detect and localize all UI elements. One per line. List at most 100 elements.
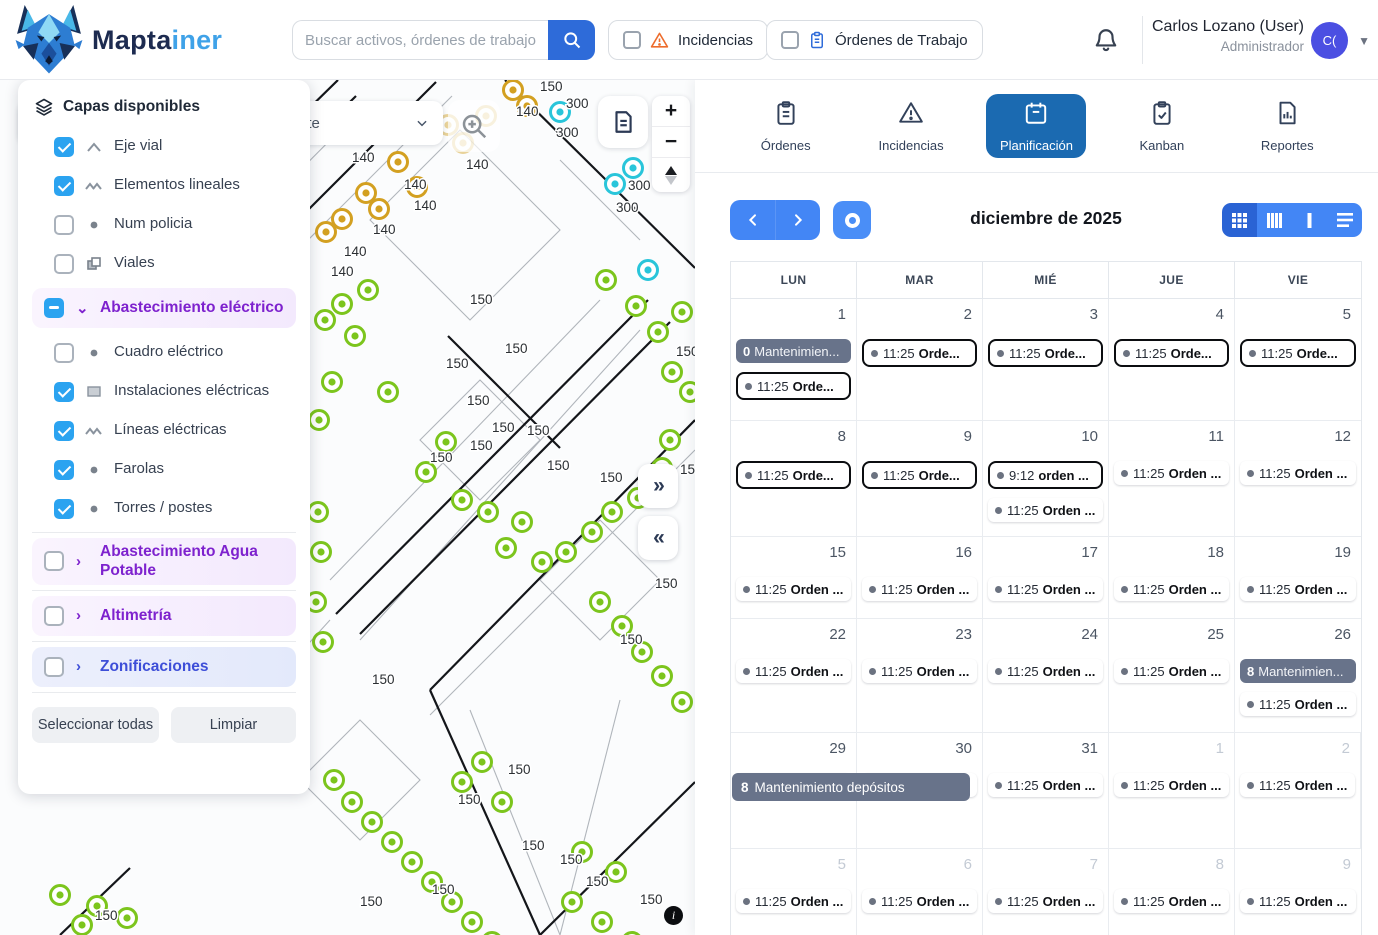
map-marker[interactable] [627, 297, 646, 316]
map-marker[interactable] [389, 153, 408, 172]
layer-item-eje-vial[interactable]: Eje vial [32, 127, 296, 166]
calendar-event[interactable]: 11:25Orden ... [1114, 889, 1229, 913]
calendar-day-cell[interactable]: 411:25Orde... [1109, 299, 1235, 421]
map-marker[interactable] [504, 81, 523, 100]
map-marker[interactable] [624, 159, 643, 178]
calendar-day-cell[interactable]: 2311:25Orden ... [857, 619, 983, 733]
map-zoom-out-button[interactable]: − [652, 127, 690, 158]
calendar-day-cell[interactable]: 611:25Orden ... [857, 849, 983, 935]
map-marker[interactable] [603, 503, 622, 522]
calendar-day-cell[interactable]: 911:25Orde... [857, 421, 983, 537]
map-marker[interactable] [310, 411, 329, 430]
calendar-day-cell[interactable]: 811:25Orde... [731, 421, 857, 537]
layer-item-torres-postes[interactable]: Torres / postes [32, 489, 296, 528]
tab-incidencias[interactable]: Incidencias [861, 94, 961, 158]
group-abastecimiento-agua-potable[interactable]: ›Abastecimiento Agua Potable [32, 538, 296, 585]
avatar[interactable]: C( [1311, 22, 1348, 59]
map-marker[interactable] [653, 667, 672, 686]
view-month-button[interactable] [1222, 203, 1257, 237]
map-marker[interactable] [118, 909, 137, 928]
map-marker[interactable] [663, 363, 682, 382]
map-marker[interactable] [606, 175, 625, 194]
group-checkbox[interactable] [44, 657, 64, 677]
calendar-event[interactable]: 11:25Orden ... [1240, 692, 1356, 716]
map-marker[interactable] [557, 543, 576, 562]
calendar-day-cell[interactable]: 10Mantenimien...11:25Orde... [731, 299, 857, 421]
layer-checkbox[interactable] [54, 176, 74, 196]
map-marker[interactable] [661, 431, 680, 450]
calendar-event[interactable]: 11:25Orden ... [1240, 889, 1356, 913]
map-marker[interactable] [583, 523, 602, 542]
map-marker[interactable] [563, 893, 582, 912]
map-marker[interactable] [333, 210, 352, 229]
layer-item-instalaciones-electricas[interactable]: Instalaciones eléctricas [32, 372, 296, 411]
calendar-day-cell[interactable]: 311:25Orde... [983, 299, 1109, 421]
calendar-event[interactable]: 0Mantenimien... [736, 339, 851, 363]
view-list-button[interactable] [1327, 203, 1362, 237]
map-marker[interactable] [403, 853, 422, 872]
tab-reportes[interactable]: Reportes [1237, 94, 1337, 158]
layer-checkbox[interactable] [54, 254, 74, 274]
calendar-day-cell[interactable]: 1511:25Orden ... [731, 537, 857, 619]
layer-item-elementos-lineales[interactable]: Elementos lineales [32, 166, 296, 205]
clear-layers-button[interactable]: Limpiar [171, 707, 296, 743]
layer-item-viales[interactable]: Viales [32, 244, 296, 283]
calendar-day-cell[interactable]: 1111:25Orden ... [1109, 421, 1235, 537]
map-marker[interactable] [453, 773, 472, 792]
incidencias-checkbox[interactable] [623, 31, 641, 49]
map-marker[interactable] [357, 184, 376, 203]
calendar-event[interactable]: 11:25Orden ... [862, 659, 977, 683]
view-day-button[interactable] [1292, 203, 1327, 237]
map-attribution-button[interactable]: i [664, 906, 683, 925]
layer-checkbox[interactable] [54, 382, 74, 402]
calendar-event[interactable]: 11:25Orden ... [988, 577, 1103, 601]
map-marker[interactable] [513, 513, 532, 532]
calendar-day-cell[interactable]: 911:25Orden ... [1235, 849, 1361, 935]
map-marker[interactable] [473, 753, 492, 772]
map-marker[interactable] [673, 303, 692, 322]
calendar-day-cell[interactable]: 1811:25Orden ... [1109, 537, 1235, 619]
layer-checkbox[interactable] [54, 137, 74, 157]
calendar-event[interactable]: 8Mantenimien... [1240, 659, 1356, 683]
calendar-day-cell[interactable]: 2411:25Orden ... [983, 619, 1109, 733]
map-marker[interactable] [437, 433, 456, 452]
calendar-day-cell[interactable]: 109:12orden ...11:25Orden ... [983, 421, 1109, 537]
map-marker[interactable] [649, 323, 668, 342]
group-altimetria[interactable]: ›Altimetría [32, 596, 296, 636]
map-marker[interactable] [309, 503, 328, 522]
document-tool-button[interactable] [598, 96, 648, 148]
group-abastecimiento-electrico[interactable]: ⌄ Abastecimiento eléctrico [32, 288, 296, 328]
select-all-layers-button[interactable]: Seleccionar todas [32, 707, 159, 743]
collapse-panel-button[interactable]: « [638, 516, 678, 560]
calendar-event[interactable]: 11:25Orden ... [1114, 461, 1229, 485]
map-marker[interactable] [323, 373, 342, 392]
layer-checkbox[interactable] [54, 343, 74, 363]
map-marker[interactable] [593, 913, 612, 932]
expand-panel-button[interactable]: » [638, 464, 678, 508]
layer-checkbox[interactable] [54, 215, 74, 235]
calendar-event[interactable]: 11:25Orde... [862, 461, 977, 489]
calendar-day-cell[interactable]: 511:25Orden ... [731, 849, 857, 935]
layer-checkbox[interactable] [54, 460, 74, 480]
calendar-event[interactable]: 11:25Orden ... [1114, 659, 1229, 683]
calendar-day-cell[interactable]: 1611:25Orden ... [857, 537, 983, 619]
map-zoom-in-button[interactable]: + [652, 96, 690, 127]
user-menu-chevron-icon[interactable]: ▼ [1358, 34, 1370, 48]
map-marker[interactable] [591, 593, 610, 612]
view-week-button[interactable] [1257, 203, 1292, 237]
calendar-event[interactable]: 11:25Orden ... [1240, 577, 1356, 601]
map-marker[interactable] [317, 223, 336, 242]
calendar-event[interactable]: 11:25Orde... [736, 372, 851, 400]
map-marker[interactable] [607, 863, 626, 882]
calendar-event[interactable]: 11:25Orden ... [988, 659, 1103, 683]
calendar-day-cell[interactable]: 2511:25Orden ... [1109, 619, 1235, 733]
tab-ordenes[interactable]: Órdenes [736, 94, 836, 158]
layer-item-cuadro-electrico[interactable]: Cuadro eléctrico [32, 333, 296, 372]
group-checkbox[interactable] [44, 298, 64, 318]
layer-item-num-policia[interactable]: Num policia [32, 205, 296, 244]
map-marker[interactable] [346, 327, 365, 346]
map-marker[interactable] [453, 491, 472, 510]
calendar-day-cell[interactable]: 511:25Orde... [1235, 299, 1361, 421]
calendar-day-cell[interactable]: 1911:25Orden ... [1235, 537, 1361, 619]
ordenes-filter-toggle[interactable]: Órdenes de Trabajo [766, 20, 983, 60]
